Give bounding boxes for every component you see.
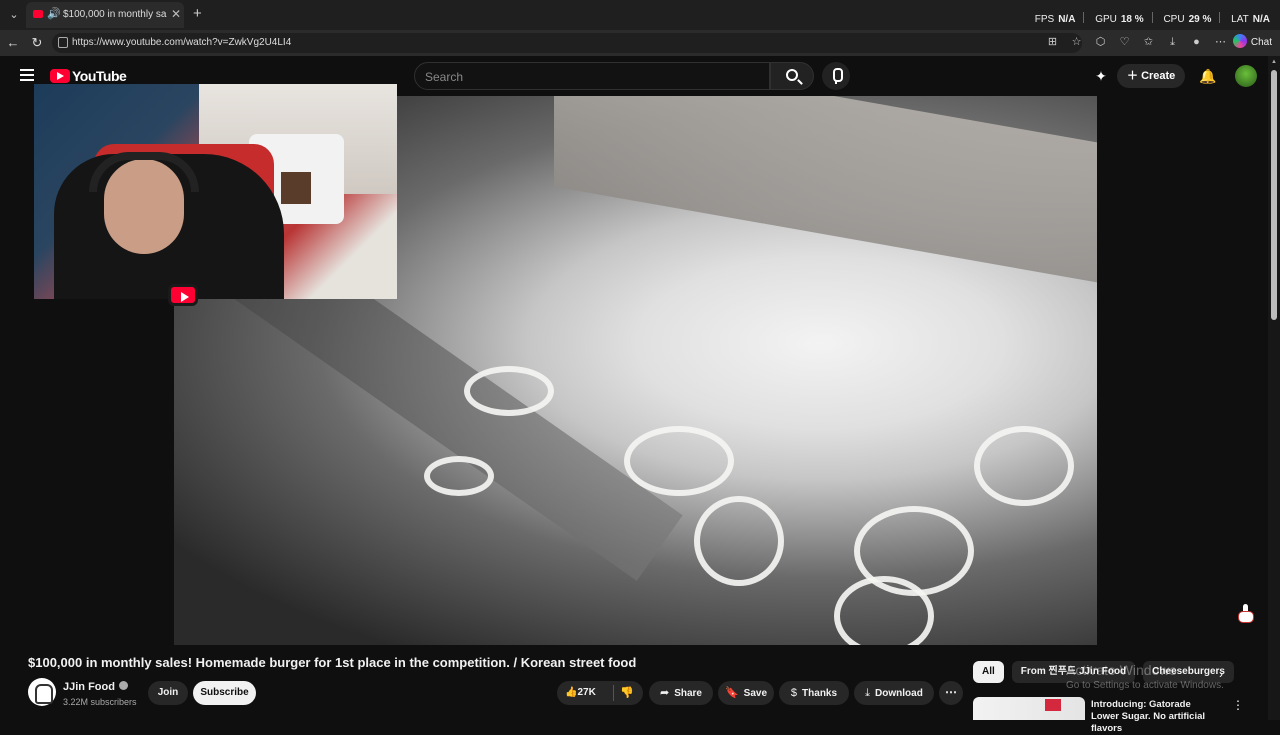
like-button[interactable]: 👍27K	[565, 681, 596, 705]
thumbs-up-icon: 👍	[565, 687, 578, 698]
verified-icon	[118, 681, 128, 690]
join-button[interactable]: Join	[148, 681, 188, 705]
back-arrow-icon[interactable]: ←	[4, 34, 22, 52]
site-info-icon[interactable]	[58, 37, 68, 48]
onion-ring	[624, 426, 734, 496]
search-button[interactable]	[770, 62, 814, 90]
sparkle-icon[interactable]: ✦	[1093, 68, 1109, 84]
profile-icon[interactable]: ●	[1189, 35, 1204, 50]
youtube-play-badge-icon	[168, 284, 198, 306]
address-toolbar: ← ↻ https://www.youtube.com/watch?v=ZwkV…	[0, 30, 1280, 56]
new-tab-button[interactable]: +	[193, 5, 202, 22]
menu-icon[interactable]	[20, 69, 34, 81]
account-avatar[interactable]	[1235, 65, 1258, 87]
channel-name: JJin Food	[63, 681, 115, 693]
search-icon	[786, 69, 798, 81]
thanks-button[interactable]: $ Thanks	[779, 681, 849, 705]
onion-ring	[424, 456, 494, 496]
super-thanks-icon: $	[790, 687, 798, 699]
channel-avatar[interactable]	[28, 678, 56, 706]
more-actions-button[interactable]: ⋯	[939, 681, 963, 705]
lat-value: N/A	[1252, 14, 1270, 25]
gpu-label: GPU	[1095, 14, 1117, 25]
more-menu-icon[interactable]: ⋯	[1213, 35, 1228, 50]
channel-name-link[interactable]: JJin Food	[63, 681, 128, 693]
thumbs-down-icon: 👎	[620, 687, 634, 699]
onion-ring	[694, 496, 784, 586]
onion-ring	[974, 426, 1074, 506]
scroll-up-arrow-icon[interactable]: ▲	[1271, 59, 1277, 65]
tab-title: $100,000 in monthly sales! Ho	[63, 9, 167, 20]
fps-value: N/A	[1058, 14, 1076, 25]
page-scrollbar[interactable]: ▲	[1268, 56, 1280, 720]
favorites-icon[interactable]: ✩	[1141, 35, 1156, 50]
chips-next-arrow-icon[interactable]: ›	[1219, 667, 1223, 681]
youtube-wordmark: YouTube	[72, 68, 127, 84]
browser-essentials-icon[interactable]: ♡	[1117, 35, 1132, 50]
extensions-icon[interactable]: ⬡	[1093, 35, 1108, 50]
subscribe-button[interactable]: Subscribe	[193, 681, 256, 705]
favorite-star-icon[interactable]: ☆	[1069, 35, 1084, 50]
youtube-favicon-icon	[33, 10, 43, 18]
browser-tab-bar: ⌄ 🔊 $100,000 in monthly sales! Ho ✕ + FP…	[0, 0, 1280, 30]
activate-windows-subtitle: Go to Settings to activate Windows.	[1066, 680, 1224, 691]
youtube-logo[interactable]: YouTube	[50, 68, 127, 84]
performance-overlay: FPS N/A GPU 18 % CPU 29 % LAT N/A	[1035, 12, 1270, 25]
save-label: Save	[743, 688, 768, 699]
cpu-value: 29 %	[1188, 14, 1212, 25]
like-count: 27K	[577, 687, 596, 698]
downloads-icon[interactable]: ⤓	[1165, 35, 1180, 50]
chip-all[interactable]: All	[973, 661, 1004, 683]
lat-label: LAT	[1231, 14, 1249, 25]
recommended-more-icon[interactable]: ⋮	[1232, 698, 1244, 712]
thanks-label: Thanks	[802, 688, 838, 699]
activate-windows-title: Activate Windows	[1066, 662, 1177, 678]
onion-ring	[464, 366, 554, 416]
recommended-video-title[interactable]: Introducing: Gatorade Lower Sugar. No ar…	[1091, 699, 1221, 735]
download-button[interactable]: ⤓ Download	[854, 681, 934, 705]
like-dislike-group: 👍27K 👎	[557, 681, 643, 705]
create-label: Create	[1141, 70, 1176, 82]
bookmark-icon: 🔖	[724, 687, 739, 699]
youtube-play-icon	[50, 69, 70, 83]
chat-label: Chat	[1250, 37, 1272, 48]
dislike-button[interactable]: 👎	[620, 681, 634, 705]
url-bar[interactable]: https://www.youtube.com/watch?v=ZwkVg2U4…	[52, 33, 1082, 53]
refresh-icon[interactable]: ↻	[28, 34, 46, 52]
cpu-label: CPU	[1163, 14, 1185, 25]
browser-tab[interactable]: 🔊 $100,000 in monthly sales! Ho ✕	[26, 2, 184, 28]
share-arrow-icon: ➦	[659, 687, 670, 699]
app-available-icon[interactable]: ⊞	[1045, 35, 1060, 50]
download-label: Download	[875, 688, 923, 699]
close-tab-icon[interactable]: ✕	[171, 7, 181, 21]
scrollbar-thumb[interactable]	[1271, 70, 1277, 320]
save-button[interactable]: 🔖 Save	[718, 681, 774, 705]
search-input[interactable]	[425, 69, 755, 85]
share-label: Share	[674, 688, 702, 699]
video-title: $100,000 in monthly sales! Homemade burg…	[28, 655, 637, 670]
streamer-webcam-overlay	[34, 84, 397, 299]
url-text[interactable]: https://www.youtube.com/watch?v=ZwkVg2U4…	[72, 37, 291, 48]
copilot-chat-button[interactable]: Chat	[1232, 34, 1272, 52]
voice-search-button[interactable]	[822, 62, 850, 90]
subscriber-count: 3.22M subscribers	[63, 697, 137, 707]
copilot-icon	[1232, 34, 1247, 48]
notifications-bell-icon[interactable]: 🔔	[1199, 68, 1216, 84]
hand-cursor-icon	[1238, 604, 1254, 624]
fps-label: FPS	[1034, 14, 1055, 25]
tab-list-chevron-icon[interactable]: ⌄	[6, 7, 22, 23]
video-player[interactable]	[0, 84, 1268, 645]
recommended-video-thumbnail[interactable]	[973, 697, 1085, 720]
gpu-value: 18 %	[1120, 14, 1144, 25]
search-box[interactable]	[414, 62, 770, 90]
griddle-surface	[554, 96, 1097, 286]
speaker-icon[interactable]: 🔊	[47, 7, 61, 20]
download-icon: ⤓	[865, 687, 871, 699]
share-button[interactable]: ➦ Share	[649, 681, 713, 705]
like-divider	[613, 685, 614, 701]
create-button[interactable]: ＋ Create	[1117, 64, 1186, 88]
